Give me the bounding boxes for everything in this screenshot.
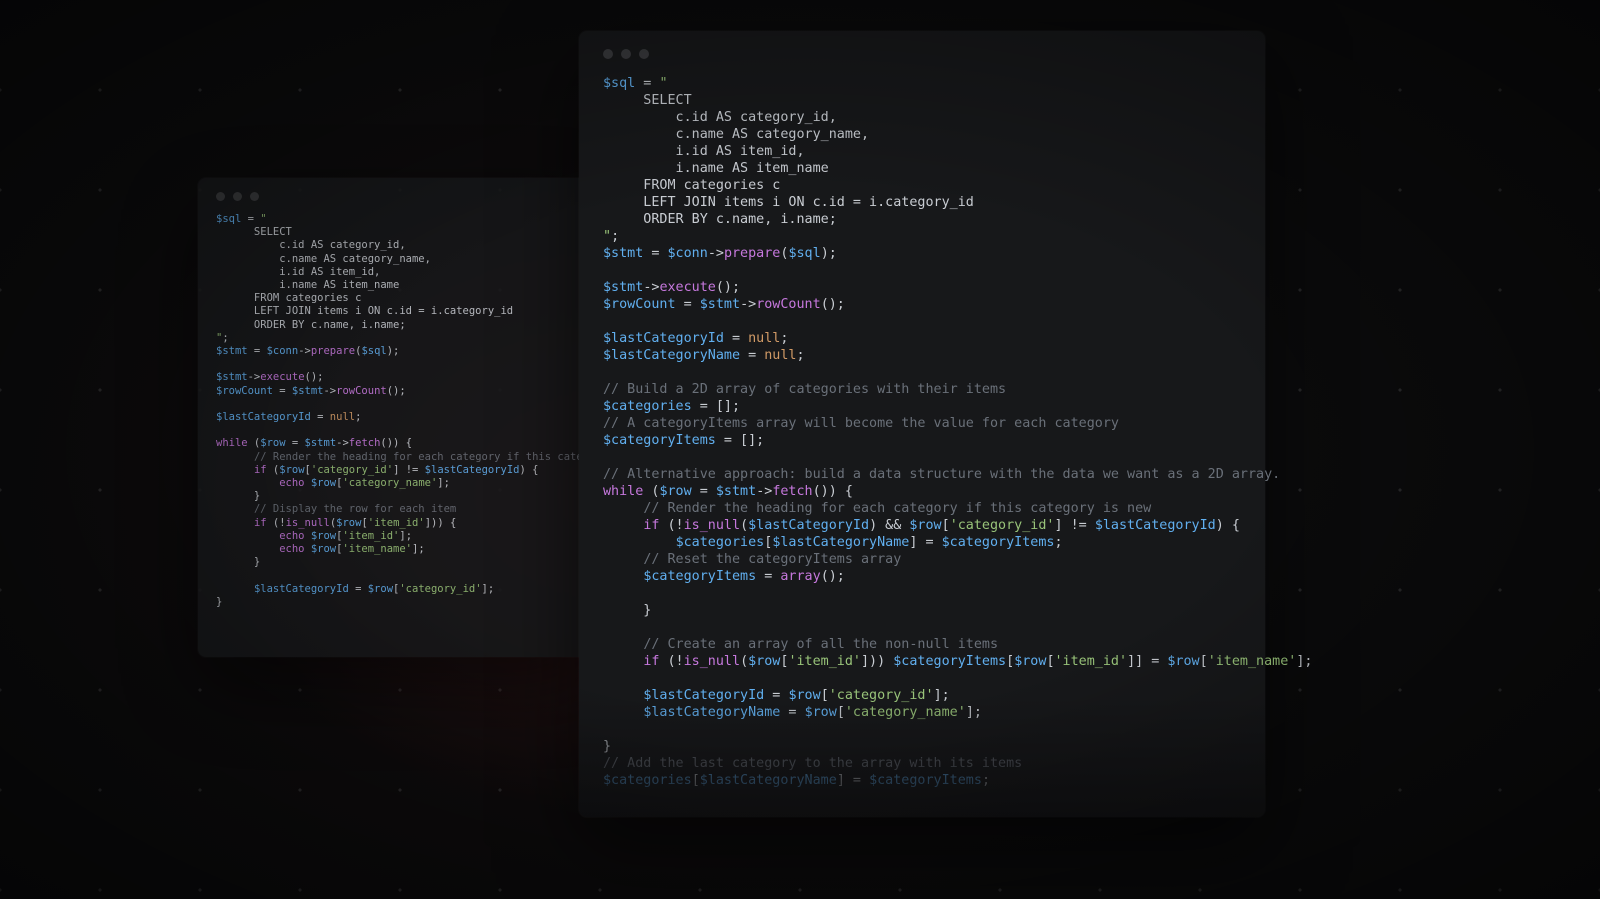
code-block-large: $sql = " SELECT c.id AS category_id, c.n… <box>603 75 1241 789</box>
traffic-close-icon[interactable] <box>603 49 613 59</box>
window-traffic-lights <box>603 49 1241 59</box>
code-window-large: $sql = " SELECT c.id AS category_id, c.n… <box>579 31 1265 817</box>
code-block-small: $sql = " SELECT c.id AS category_id, c.n… <box>216 213 580 609</box>
window-traffic-lights <box>216 192 580 201</box>
traffic-minimize-icon[interactable] <box>233 192 242 201</box>
code-window-small: $sql = " SELECT c.id AS category_id, c.n… <box>198 178 598 657</box>
traffic-close-icon[interactable] <box>216 192 225 201</box>
traffic-zoom-icon[interactable] <box>639 49 649 59</box>
traffic-minimize-icon[interactable] <box>621 49 631 59</box>
traffic-zoom-icon[interactable] <box>250 192 259 201</box>
